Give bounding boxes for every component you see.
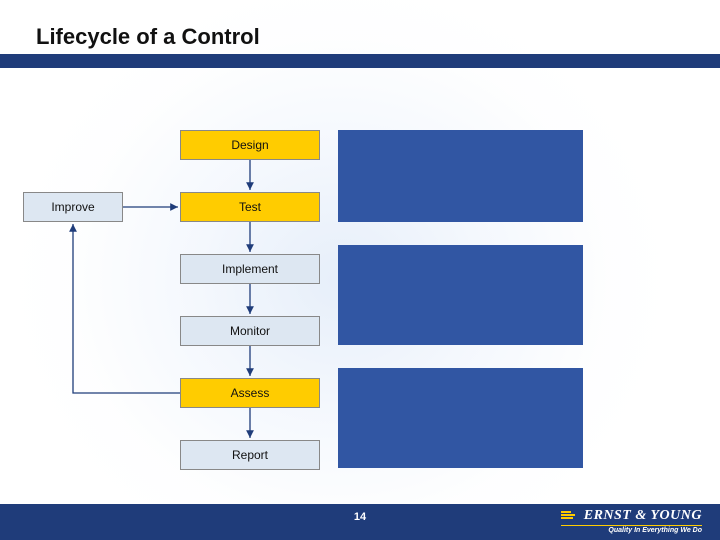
side-label: Improve <box>51 200 94 214</box>
brand-block: ERNST & YOUNG Quality In Everything We D… <box>561 506 702 534</box>
slide: Lifecycle of a Control Design Test Imple… <box>0 0 720 540</box>
stage-implement: Implement <box>180 254 320 284</box>
stage-label: Implement <box>222 262 278 276</box>
arrow-assess-improve-feedback <box>73 224 180 393</box>
panel-middle <box>338 245 583 345</box>
stage-design: Design <box>180 130 320 160</box>
panel-top <box>338 130 583 222</box>
stage-label: Assess <box>231 386 270 400</box>
brand-tagline: Quality In Everything We Do <box>561 525 702 534</box>
stage-label: Report <box>232 448 268 462</box>
stage-assess: Assess <box>180 378 320 408</box>
side-improve: Improve <box>23 192 123 222</box>
brand-name: ERNST & YOUNG <box>584 508 702 523</box>
title-underline-bar <box>0 54 720 68</box>
panel-bottom <box>338 368 583 468</box>
stage-label: Monitor <box>230 324 270 338</box>
page-title: Lifecycle of a Control <box>36 24 260 50</box>
footer-bar: 14 ERNST & YOUNG Quality In Everything W… <box>0 504 720 540</box>
brand-logo-icon <box>561 510 575 520</box>
stage-label: Design <box>231 138 268 152</box>
stage-report: Report <box>180 440 320 470</box>
stage-test: Test <box>180 192 320 222</box>
stage-label: Test <box>239 200 261 214</box>
stage-monitor: Monitor <box>180 316 320 346</box>
